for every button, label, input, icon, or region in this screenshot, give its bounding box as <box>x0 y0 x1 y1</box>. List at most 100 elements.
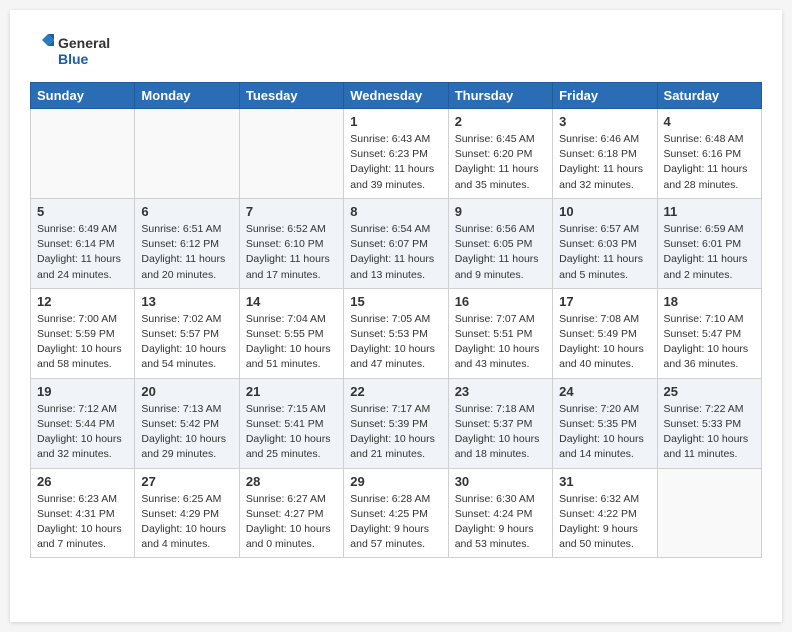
svg-text:Blue: Blue <box>58 51 89 67</box>
calendar-cell: 21 Sunrise: 7:15 AM Sunset: 5:41 PM Dayli… <box>239 378 343 468</box>
calendar-cell: 18Sunrise: 7:10 AM Sunset: 5:47 PM Dayli… <box>657 288 761 378</box>
calendar-cell: 25Sunrise: 7:22 AM Sunset: 5:33 PM Dayli… <box>657 378 761 468</box>
calendar-cell: 7Sunrise: 6:52 AM Sunset: 6:10 PM Daylig… <box>239 198 343 288</box>
day-info: Sunrise: 6:43 AM Sunset: 6:23 PM Dayligh… <box>350 132 441 193</box>
calendar-cell <box>239 109 343 199</box>
day-number: 3 <box>559 114 650 129</box>
day-info: Sunrise: 7:04 AM Sunset: 5:55 PM Dayligh… <box>246 312 337 373</box>
calendar-cell: 14 Sunrise: 7:04 AM Sunset: 5:55 PM Dayli… <box>239 288 343 378</box>
logo-svg: General Blue <box>30 30 120 72</box>
calendar-cell: 2 Sunrise: 6:45 AM Sunset: 6:20 PM Daylig… <box>448 109 552 199</box>
calendar-cell: 13Sunrise: 7:02 AM Sunset: 5:57 PM Dayli… <box>135 288 239 378</box>
day-info: Sunrise: 6:57 AM Sunset: 6:03 PM Dayligh… <box>559 222 650 283</box>
calendar-cell: 17 Sunrise: 7:08 AM Sunset: 5:49 PM Dayli… <box>553 288 657 378</box>
day-info: Sunrise: 7:00 AM Sunset: 5:59 PM Dayligh… <box>37 312 128 373</box>
day-info: Sunrise: 7:07 AM Sunset: 5:51 PM Dayligh… <box>455 312 546 373</box>
day-info: Sunrise: 6:30 AM Sunset: 4:24 PM Dayligh… <box>455 492 546 553</box>
calendar-grid: SundayMondayTuesdayWednesdayThursdayFrid… <box>30 82 762 558</box>
day-header-thursday: Thursday <box>448 83 552 109</box>
day-number: 26 <box>37 474 128 489</box>
calendar-cell: 19 Sunrise: 7:12 AM Sunset: 5:44 PM Dayli… <box>31 378 135 468</box>
day-number: 27 <box>141 474 232 489</box>
day-header-wednesday: Wednesday <box>344 83 448 109</box>
day-info: Sunrise: 7:05 AM Sunset: 5:53 PM Dayligh… <box>350 312 441 373</box>
header: General Blue <box>30 30 762 72</box>
calendar-cell: 22 Sunrise: 7:17 AM Sunset: 5:39 PM Dayli… <box>344 378 448 468</box>
day-number: 15 <box>350 294 441 309</box>
calendar-cell: 10Sunrise: 6:57 AM Sunset: 6:03 PM Dayli… <box>553 198 657 288</box>
day-info: Sunrise: 6:48 AM Sunset: 6:16 PM Dayligh… <box>664 132 755 193</box>
day-number: 8 <box>350 204 441 219</box>
calendar-cell: 12Sunrise: 7:00 AM Sunset: 5:59 PM Dayli… <box>31 288 135 378</box>
day-info: Sunrise: 6:28 AM Sunset: 4:25 PM Dayligh… <box>350 492 441 553</box>
calendar-cell: 16 Sunrise: 7:07 AM Sunset: 5:51 PM Dayli… <box>448 288 552 378</box>
day-number: 22 <box>350 384 441 399</box>
calendar-cell <box>31 109 135 199</box>
calendar-cell: 15 Sunrise: 7:05 AM Sunset: 5:53 PM Dayli… <box>344 288 448 378</box>
calendar-cell: 11 Sunrise: 6:59 AM Sunset: 6:01 PM Dayli… <box>657 198 761 288</box>
calendar-week-4: 19 Sunrise: 7:12 AM Sunset: 5:44 PM Dayli… <box>31 378 762 468</box>
calendar-cell: 29 Sunrise: 6:28 AM Sunset: 4:25 PM Dayli… <box>344 468 448 558</box>
day-info: Sunrise: 6:27 AM Sunset: 4:27 PM Dayligh… <box>246 492 337 553</box>
day-number: 4 <box>664 114 755 129</box>
day-header-monday: Monday <box>135 83 239 109</box>
calendar-cell: 28 Sunrise: 6:27 AM Sunset: 4:27 PM Dayli… <box>239 468 343 558</box>
calendar-cell: 3Sunrise: 6:46 AM Sunset: 6:18 PM Daylig… <box>553 109 657 199</box>
day-header-saturday: Saturday <box>657 83 761 109</box>
day-info: Sunrise: 6:23 AM Sunset: 4:31 PM Dayligh… <box>37 492 128 553</box>
calendar-week-2: 5 Sunrise: 6:49 AM Sunset: 6:14 PM Daylig… <box>31 198 762 288</box>
calendar-cell: 31Sunrise: 6:32 AM Sunset: 4:22 PM Dayli… <box>553 468 657 558</box>
day-header-tuesday: Tuesday <box>239 83 343 109</box>
day-info: Sunrise: 6:45 AM Sunset: 6:20 PM Dayligh… <box>455 132 546 193</box>
calendar-cell: 9Sunrise: 6:56 AM Sunset: 6:05 PM Daylig… <box>448 198 552 288</box>
calendar-cell: 26 Sunrise: 6:23 AM Sunset: 4:31 PM Dayli… <box>31 468 135 558</box>
day-number: 29 <box>350 474 441 489</box>
calendar-cell: 23Sunrise: 7:18 AM Sunset: 5:37 PM Dayli… <box>448 378 552 468</box>
day-number: 28 <box>246 474 337 489</box>
calendar-cell: 24 Sunrise: 7:20 AM Sunset: 5:35 PM Dayli… <box>553 378 657 468</box>
day-info: Sunrise: 6:49 AM Sunset: 6:14 PM Dayligh… <box>37 222 128 283</box>
day-number: 5 <box>37 204 128 219</box>
day-info: Sunrise: 7:18 AM Sunset: 5:37 PM Dayligh… <box>455 402 546 463</box>
day-header-friday: Friday <box>553 83 657 109</box>
calendar-cell <box>657 468 761 558</box>
day-number: 14 <box>246 294 337 309</box>
calendar-cell: 20 Sunrise: 7:13 AM Sunset: 5:42 PM Dayli… <box>135 378 239 468</box>
day-number: 1 <box>350 114 441 129</box>
calendar-cell: 30Sunrise: 6:30 AM Sunset: 4:24 PM Dayli… <box>448 468 552 558</box>
calendar-cell: 27Sunrise: 6:25 AM Sunset: 4:29 PM Dayli… <box>135 468 239 558</box>
day-number: 20 <box>141 384 232 399</box>
day-info: Sunrise: 7:12 AM Sunset: 5:44 PM Dayligh… <box>37 402 128 463</box>
day-info: Sunrise: 7:08 AM Sunset: 5:49 PM Dayligh… <box>559 312 650 373</box>
day-number: 17 <box>559 294 650 309</box>
day-info: Sunrise: 7:20 AM Sunset: 5:35 PM Dayligh… <box>559 402 650 463</box>
day-info: Sunrise: 6:59 AM Sunset: 6:01 PM Dayligh… <box>664 222 755 283</box>
day-number: 11 <box>664 204 755 219</box>
day-info: Sunrise: 6:54 AM Sunset: 6:07 PM Dayligh… <box>350 222 441 283</box>
calendar-cell <box>135 109 239 199</box>
day-number: 24 <box>559 384 650 399</box>
logo: General Blue <box>30 30 120 72</box>
day-header-sunday: Sunday <box>31 83 135 109</box>
day-number: 2 <box>455 114 546 129</box>
day-info: Sunrise: 7:15 AM Sunset: 5:41 PM Dayligh… <box>246 402 337 463</box>
svg-text:General: General <box>58 35 110 51</box>
calendar-week-5: 26 Sunrise: 6:23 AM Sunset: 4:31 PM Dayli… <box>31 468 762 558</box>
header-row: SundayMondayTuesdayWednesdayThursdayFrid… <box>31 83 762 109</box>
day-number: 6 <box>141 204 232 219</box>
day-number: 21 <box>246 384 337 399</box>
calendar-week-3: 12Sunrise: 7:00 AM Sunset: 5:59 PM Dayli… <box>31 288 762 378</box>
calendar-week-1: 1 Sunrise: 6:43 AM Sunset: 6:23 PM Daylig… <box>31 109 762 199</box>
calendar-cell: 5 Sunrise: 6:49 AM Sunset: 6:14 PM Daylig… <box>31 198 135 288</box>
day-info: Sunrise: 6:51 AM Sunset: 6:12 PM Dayligh… <box>141 222 232 283</box>
day-info: Sunrise: 7:17 AM Sunset: 5:39 PM Dayligh… <box>350 402 441 463</box>
day-info: Sunrise: 7:10 AM Sunset: 5:47 PM Dayligh… <box>664 312 755 373</box>
day-info: Sunrise: 7:02 AM Sunset: 5:57 PM Dayligh… <box>141 312 232 373</box>
calendar-cell: 6 Sunrise: 6:51 AM Sunset: 6:12 PM Daylig… <box>135 198 239 288</box>
day-number: 16 <box>455 294 546 309</box>
calendar-cell: 4 Sunrise: 6:48 AM Sunset: 6:16 PM Daylig… <box>657 109 761 199</box>
day-info: Sunrise: 7:13 AM Sunset: 5:42 PM Dayligh… <box>141 402 232 463</box>
calendar-cell: 1 Sunrise: 6:43 AM Sunset: 6:23 PM Daylig… <box>344 109 448 199</box>
day-number: 19 <box>37 384 128 399</box>
day-info: Sunrise: 7:22 AM Sunset: 5:33 PM Dayligh… <box>664 402 755 463</box>
